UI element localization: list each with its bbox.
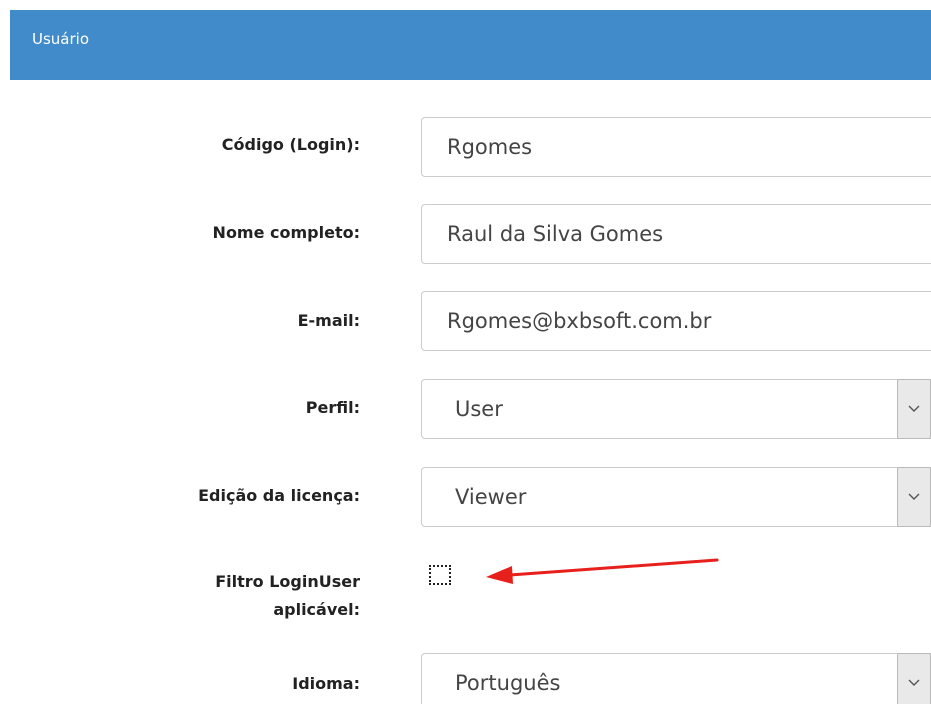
login-input[interactable] [422, 118, 931, 176]
chevron-down-icon [908, 405, 920, 412]
profile-label: Perfil: [305, 398, 360, 417]
loginuser-filter-label-line2: aplicável: [273, 600, 360, 619]
license-edition-selected-value: Viewer [455, 485, 527, 509]
full-name-label: Nome completo: [212, 223, 360, 242]
language-selected-value: Português [455, 671, 561, 695]
license-edition-label: Edição da licença: [198, 486, 360, 505]
language-select[interactable]: Português [421, 653, 931, 704]
language-label: Idioma: [292, 674, 360, 693]
email-field-box [421, 291, 931, 351]
chevron-down-icon [908, 493, 920, 500]
license-edition-dropdown-button[interactable] [897, 467, 931, 527]
user-form-page: Usuário Código (Login): Nome completo: E… [0, 0, 931, 704]
profile-dropdown-button[interactable] [897, 379, 931, 439]
profile-select[interactable]: User [421, 379, 931, 439]
login-label: Código (Login): [221, 135, 360, 154]
panel-header: Usuário [10, 10, 931, 80]
full-name-field-box [421, 204, 931, 264]
full-name-input[interactable] [422, 205, 931, 263]
email-label: E-mail: [297, 311, 360, 330]
loginuser-filter-label-line1: Filtro LoginUser [215, 572, 360, 591]
email-input[interactable] [422, 292, 931, 350]
login-field-box [421, 117, 931, 177]
chevron-down-icon [908, 679, 920, 686]
panel-title: Usuário [32, 30, 90, 48]
language-dropdown-button[interactable] [897, 653, 931, 704]
annotation-arrow-icon [486, 558, 719, 584]
loginuser-filter-checkbox[interactable] [429, 565, 451, 585]
profile-selected-value: User [455, 397, 503, 421]
license-edition-select[interactable]: Viewer [421, 467, 931, 527]
